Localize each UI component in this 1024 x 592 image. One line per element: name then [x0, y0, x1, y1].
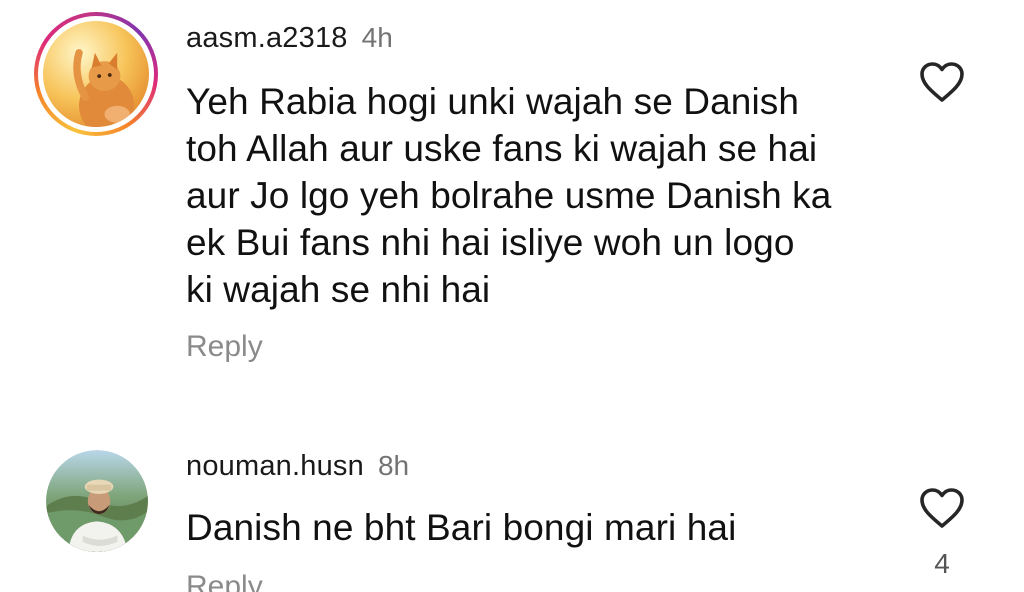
avatar[interactable]	[46, 450, 148, 552]
reply-button[interactable]: Reply	[186, 330, 263, 364]
cat-photo-avatar-icon	[43, 21, 149, 127]
avatar[interactable]	[34, 12, 158, 136]
person-photo-avatar-icon	[46, 450, 148, 552]
comment-item: aasm.a2318 4h Yeh Rabia hogi unki wajah s…	[0, 0, 1024, 400]
timestamp: 8h	[377, 450, 410, 481]
comment-text-line: ek Bui fans nhi hai isliye woh un logo	[186, 222, 795, 263]
comment-text-line: aur Jo lgo yeh bolrahe usme Danish ka	[186, 175, 832, 216]
comment-meta: aasm.a2318 4h	[186, 22, 393, 55]
comment-text-line: Danish ne bht Bari bongi mari hai	[186, 507, 737, 548]
like-count: 4	[934, 548, 950, 579]
reply-button[interactable]: Reply	[186, 570, 263, 592]
comments-screen: aasm.a2318 4h Yeh Rabia hogi unki wajah s…	[0, 0, 1024, 592]
comment-text-line: Yeh Rabia hogi unki wajah se Danish	[186, 81, 800, 122]
comment-item: nouman.husn 8h Danish ne bht Bari bongi m…	[0, 420, 1024, 592]
timestamp: 4h	[361, 22, 393, 53]
heart-outline-icon[interactable]	[918, 486, 966, 530]
avatar-ring-gap	[38, 16, 154, 132]
comment-text-line: ki wajah se nhi hai	[186, 269, 491, 310]
username[interactable]: aasm.a2318	[186, 22, 348, 54]
username[interactable]: nouman.husn	[186, 450, 364, 482]
comment-text: Danish ne bht Bari bongi mari hai	[186, 504, 906, 551]
heart-outline-icon[interactable]	[918, 60, 966, 104]
comment-text: Yeh Rabia hogi unki wajah se Danish toh …	[186, 78, 906, 313]
comment-text-line: toh Allah aur uske fans ki wajah se hai	[186, 128, 818, 169]
comment-meta: nouman.husn 8h	[186, 450, 409, 483]
